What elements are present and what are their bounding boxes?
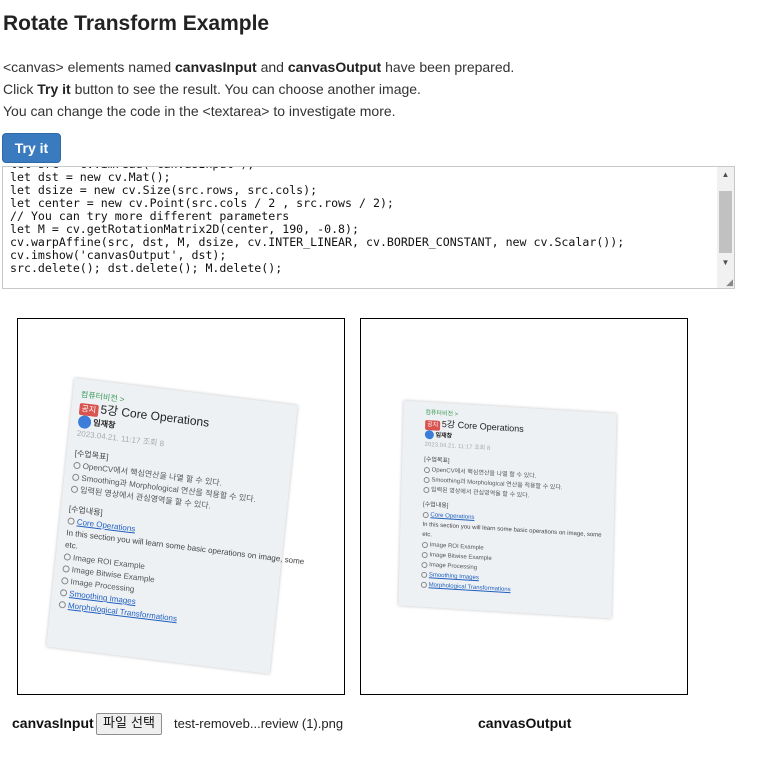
description-line-3: You can change the code in the <textarea…: [3, 103, 396, 119]
bullet-circle-icon: [420, 581, 428, 588]
code-textarea[interactable]: let src = cv.imread('canvasInput');let d…: [2, 166, 735, 289]
page-title: Rotate Transform Example: [3, 12, 270, 35]
bullet-circle-icon: [421, 541, 429, 548]
desc-text: Click: [3, 81, 38, 97]
code-text[interactable]: let src = cv.imread('canvasInput');let d…: [10, 167, 624, 275]
try-it-button[interactable]: Try it: [2, 133, 61, 163]
desc-text: button to see the result. You can choose…: [70, 81, 421, 97]
canvas-input-label: canvasInput: [12, 715, 94, 731]
scroll-up-arrow-icon[interactable]: ▲: [717, 167, 734, 182]
bullet-circle-icon: [62, 565, 70, 574]
doc-content-link: Core Operations: [430, 512, 475, 522]
canvas-output: 컴퓨터비전 > 공지 5강 Core Operations 임재창 2023.0…: [360, 318, 688, 695]
bullet-circle-icon: [67, 517, 75, 526]
desc-text: and: [256, 59, 288, 75]
desc-text: <canvas> elements named: [3, 59, 175, 75]
input-image-document: 컴퓨터비전 > 공지 5강 Core Operations 임재창 2023.0…: [46, 377, 305, 675]
file-name: test-removeb...review (1).png: [174, 716, 344, 731]
description: <canvas> elements named canvasInput and …: [3, 56, 514, 122]
canvas-input: 컴퓨터비전 > 공지 5강 Core Operations 임재창 2023.0…: [17, 318, 345, 695]
doc-author: 임재창: [435, 432, 453, 440]
bullet-circle-icon: [422, 511, 429, 518]
scrollbar-thumb[interactable]: [719, 191, 732, 253]
description-line-2: Click Try it button to see the result. Y…: [3, 78, 514, 100]
bullet-circle-icon: [60, 577, 69, 586]
avatar: [424, 429, 434, 440]
desc-text: have been prepared.: [381, 59, 515, 75]
code-line[interactable]: src.delete(); dst.delete(); M.delete();: [10, 262, 624, 275]
bullet-circle-icon: [63, 553, 72, 562]
bullet-circle-icon: [421, 571, 428, 578]
output-image-document: 컴퓨터비전 > 공지 5강 Core Operations 임재창 2023.0…: [398, 400, 617, 619]
file-choose-button[interactable]: 파일 선택: [96, 713, 162, 735]
bullet-circle-icon: [71, 473, 80, 482]
bullet-circle-icon: [58, 601, 67, 610]
desc-canvas-output-name: canvasOutput: [287, 59, 382, 75]
bullet-circle-icon: [421, 551, 428, 558]
scroll-down-arrow-icon[interactable]: ▼: [717, 255, 734, 270]
canvas-output-label: canvasOutput: [478, 715, 572, 731]
desc-canvas-input-name: canvasInput: [175, 59, 257, 75]
textarea-scrollbar[interactable]: ▲ ▼: [717, 167, 734, 288]
bullet-circle-icon: [423, 486, 430, 493]
bullet-circle-icon: [421, 561, 428, 568]
doc-author: 임재창: [92, 418, 116, 430]
bullet-circle-icon: [423, 476, 430, 483]
doc-list-link: Morphological Transformations: [428, 582, 511, 594]
canvas-controls-row: canvasInput 파일 선택 test-removeb...review …: [12, 713, 712, 735]
bullet-circle-icon: [423, 466, 431, 473]
bullet-circle-icon: [59, 589, 68, 598]
resize-grip-icon[interactable]: ◢: [723, 277, 733, 287]
bullet-circle-icon: [70, 485, 79, 494]
desc-try-it-name: Try it: [37, 81, 71, 97]
bullet-circle-icon: [73, 461, 81, 470]
description-line-1: <canvas> elements named canvasInput and …: [3, 56, 514, 78]
